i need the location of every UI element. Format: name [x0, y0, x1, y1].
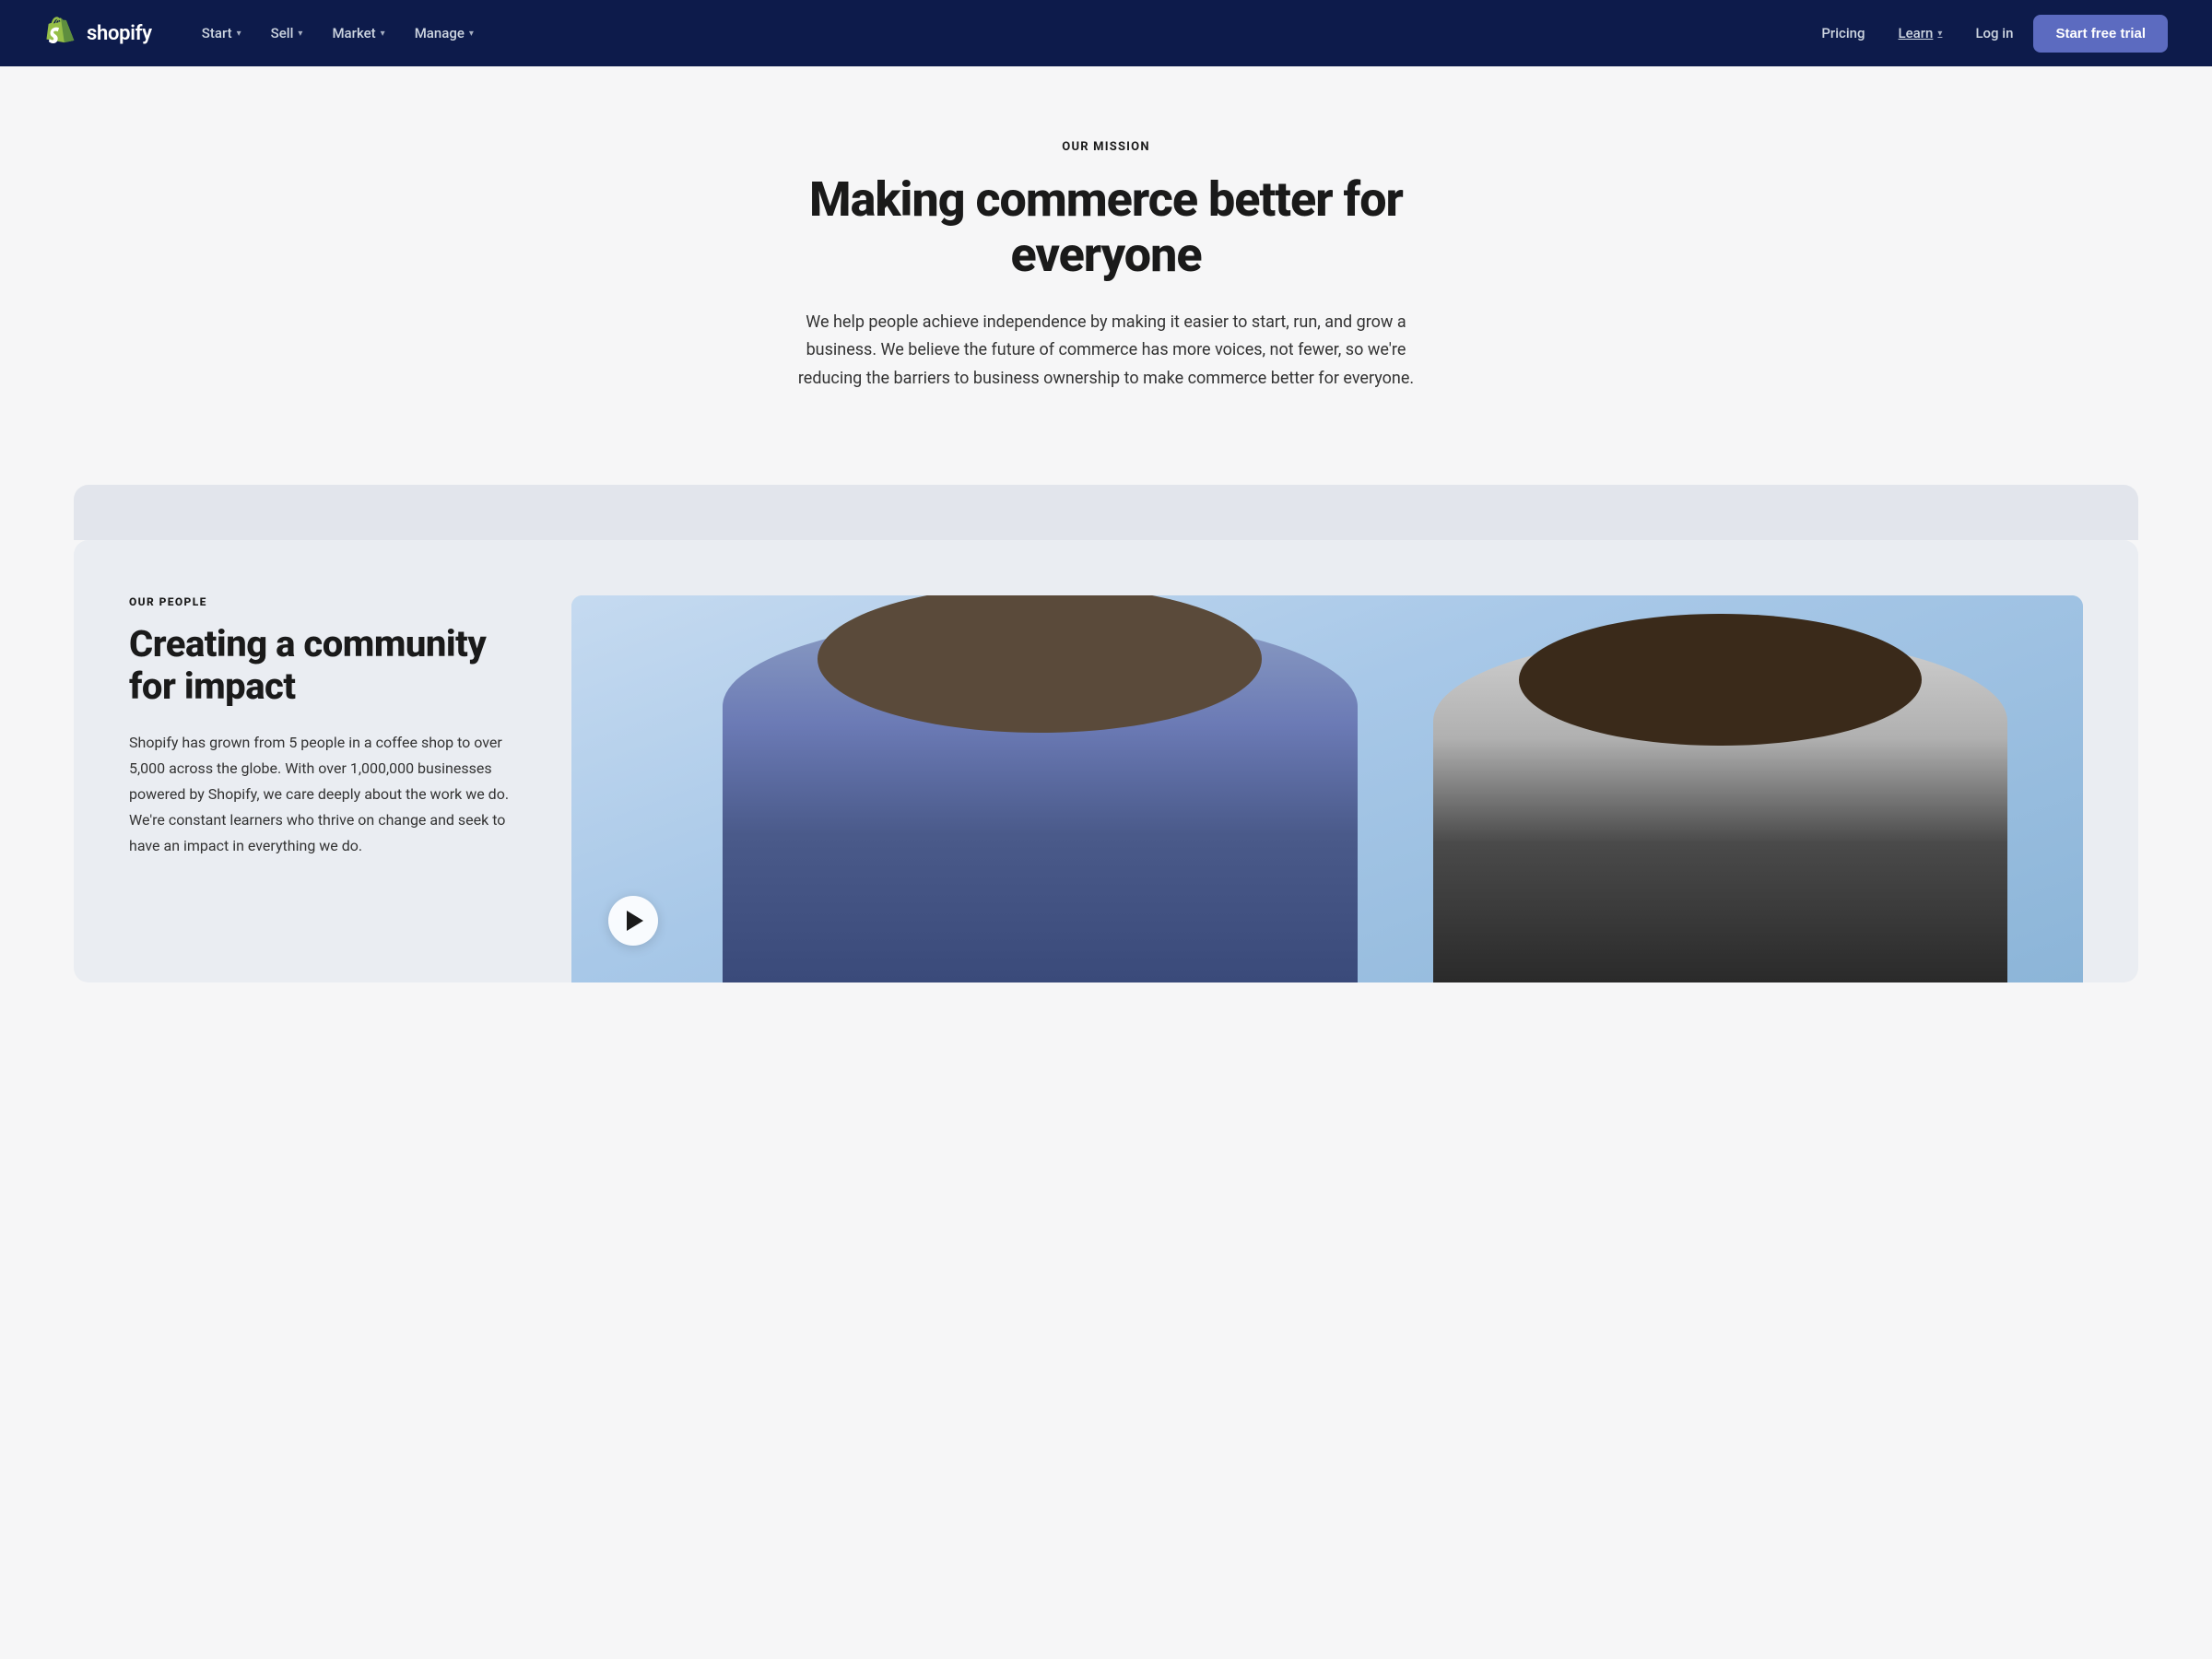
nav-right-links: Pricing Learn ▾ Log in Start free trial — [1808, 15, 2168, 53]
logo-link[interactable]: shopify — [44, 17, 152, 50]
chevron-down-icon: ▾ — [298, 29, 302, 39]
mission-subtitle: We help people achieve independence by m… — [793, 309, 1419, 394]
start-free-trial-button[interactable]: Start free trial — [2033, 15, 2168, 53]
person-right-silhouette — [1433, 634, 2007, 982]
nav-main-links: Start ▾ Sell ▾ Market ▾ Manage ▾ — [189, 18, 1809, 49]
people-section: OUR PEOPLE Creating a community for impa… — [0, 485, 2212, 1038]
video-placeholder — [571, 595, 2083, 982]
people-card: OUR PEOPLE Creating a community for impa… — [74, 540, 2138, 982]
chevron-down-icon: ▾ — [237, 29, 241, 39]
nav-sell[interactable]: Sell ▾ — [258, 18, 316, 49]
nav-start[interactable]: Start ▾ — [189, 18, 254, 49]
shopify-logo-icon — [44, 17, 77, 50]
people-title: Creating a community for impact — [129, 623, 516, 708]
nav-login-link[interactable]: Log in — [1962, 18, 2026, 49]
nav-pricing-link[interactable]: Pricing — [1808, 18, 1877, 49]
nav-market[interactable]: Market ▾ — [319, 18, 397, 49]
main-nav: shopify Start ▾ Sell ▾ Market ▾ Manage ▾… — [0, 0, 2212, 66]
logo-text: shopify — [87, 22, 152, 45]
video-container — [571, 595, 2083, 982]
people-text-content: OUR PEOPLE Creating a community for impa… — [129, 595, 516, 914]
chevron-down-icon: ▾ — [469, 29, 474, 39]
card-bg-top — [74, 485, 2138, 540]
nav-manage[interactable]: Manage ▾ — [402, 18, 487, 49]
mission-eyebrow: OUR MISSION — [44, 140, 2168, 154]
person-left-silhouette — [723, 615, 1358, 982]
people-eyebrow: OUR PEOPLE — [129, 595, 516, 608]
chevron-down-icon: ▾ — [381, 29, 385, 39]
chevron-down-icon: ▾ — [1937, 29, 1942, 39]
play-icon — [627, 911, 643, 931]
mission-title: Making commerce better for everyone — [747, 172, 1465, 283]
nav-learn-link[interactable]: Learn ▾ — [1886, 18, 1956, 49]
video-play-button[interactable] — [608, 896, 658, 946]
mission-section: OUR MISSION Making commerce better for e… — [0, 66, 2212, 485]
people-body: Shopify has grown from 5 people in a cof… — [129, 730, 516, 859]
